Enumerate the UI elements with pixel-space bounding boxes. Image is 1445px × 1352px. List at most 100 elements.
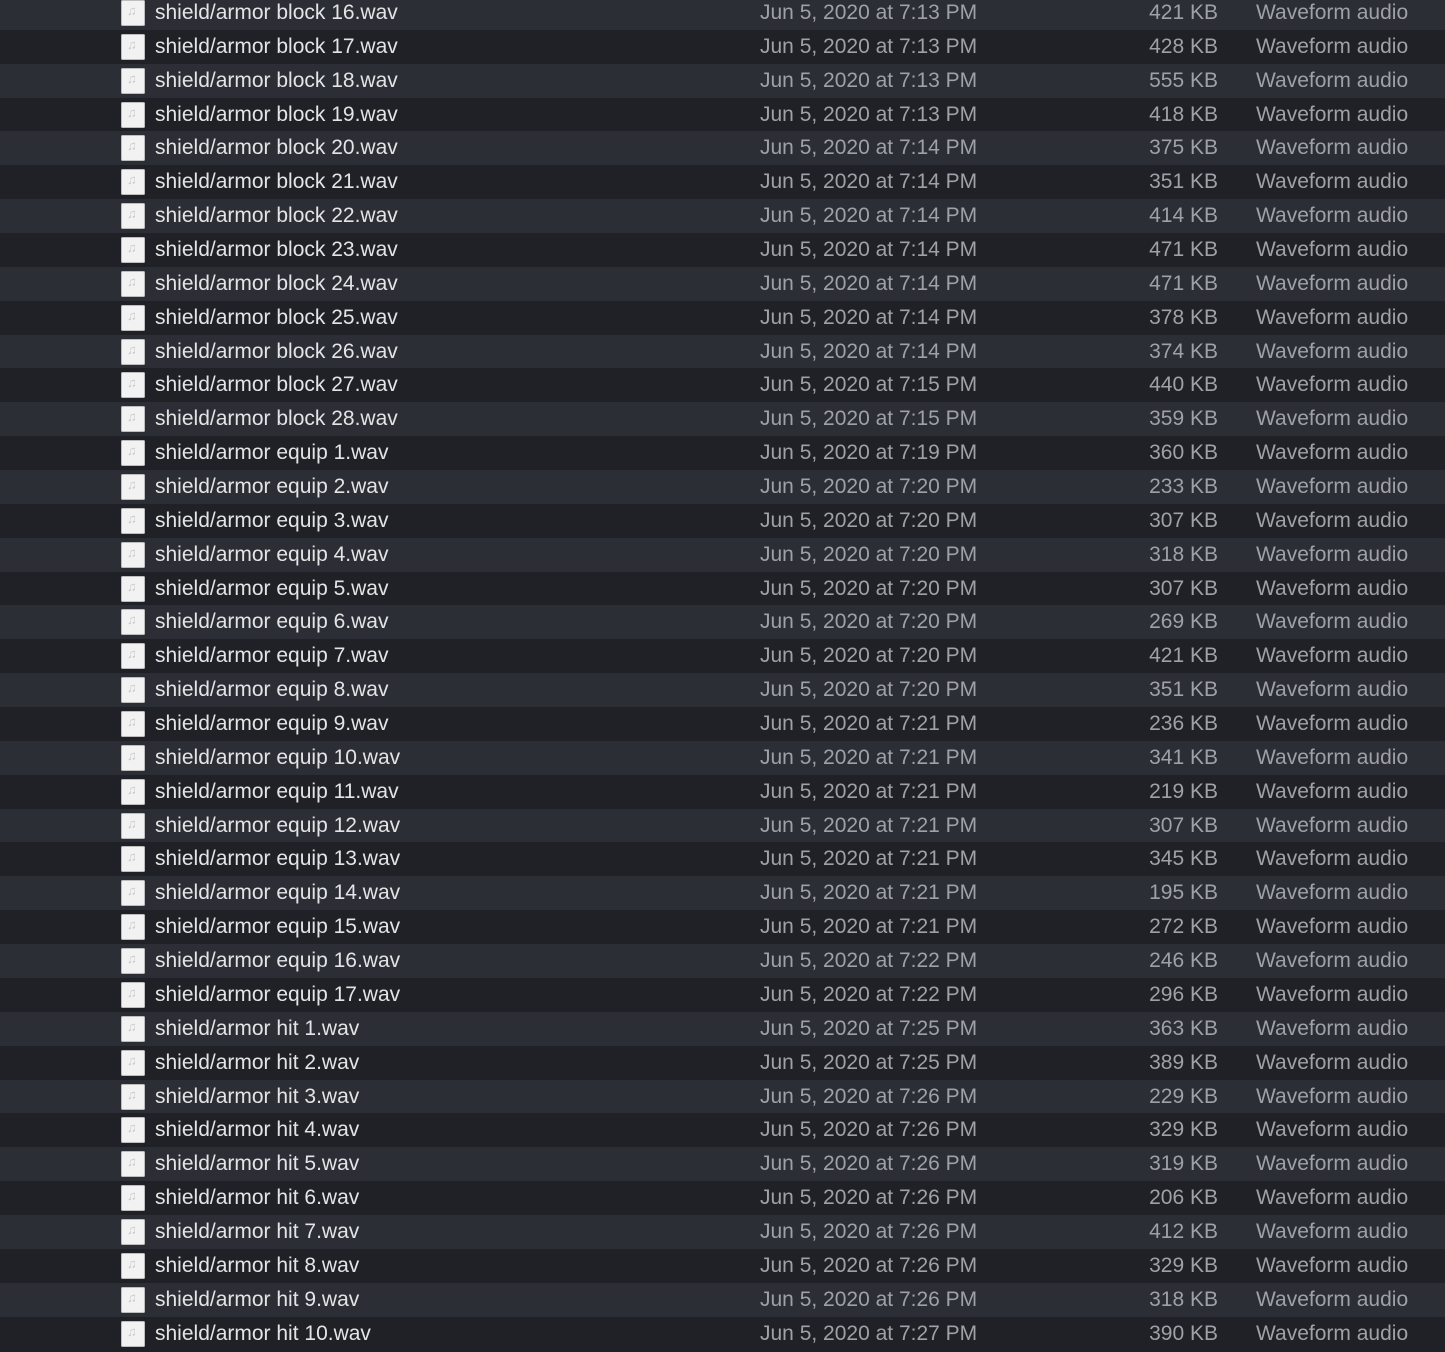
file-row[interactable]: ♫ shield/armor equip 2.wav Jun 5, 2020 at … [0, 470, 1445, 504]
file-row[interactable]: ♫ shield/armor block 24.wav Jun 5, 2020 at… [0, 266, 1445, 301]
file-kind: Waveform audio [1256, 949, 1409, 973]
file-row[interactable]: ♫ shield/armor equip 15.wav Jun 5, 2020 at… [0, 910, 1445, 945]
file-size: 359 KB [1149, 407, 1218, 431]
file-size: 236 KB [1149, 712, 1218, 736]
date-modified: Jun 5, 2020 at 7:21 PM [760, 745, 978, 769]
file-size: 351 KB [1149, 678, 1218, 702]
file-row[interactable]: ♫ shield/armor block 22.wav Jun 5, 2020 at… [0, 199, 1445, 234]
file-row[interactable]: ♫ shield/armor hit 1.wav Jun 5, 2020 at 7:… [0, 1011, 1445, 1046]
file-name: shield/armor block 28.wav [155, 407, 398, 431]
file-row[interactable]: ♫ shield/armor equip 1.wav Jun 5, 2020 at … [0, 436, 1445, 471]
file-name: shield/armor hit 1.wav [155, 1016, 360, 1040]
file-row[interactable]: ♫ shield/armor hit 5.wav Jun 5, 2020 at 7:… [0, 1147, 1445, 1182]
date-modified: Jun 5, 2020 at 7:14 PM [760, 238, 978, 262]
file-size: 246 KB [1149, 949, 1218, 973]
file-row[interactable]: ♫ shield/armor equip 12.wav Jun 5, 2020 at… [0, 808, 1445, 843]
file-size: 269 KB [1149, 610, 1218, 634]
file-row[interactable]: ♫ shield/armor hit 2.wav Jun 5, 2020 at 7:… [0, 1045, 1445, 1080]
file-row[interactable]: ♫ shield/armor block 16.wav Jun 5, 2020 at… [0, 0, 1445, 30]
date-modified: Jun 5, 2020 at 7:20 PM [760, 576, 978, 600]
file-row[interactable]: ♫ shield/armor block 18.wav Jun 5, 2020 at… [0, 63, 1445, 98]
file-row[interactable]: ♫ shield/armor equip 3.wav Jun 5, 2020 at … [0, 503, 1445, 538]
file-row[interactable]: ♫ shield/armor hit 8.wav Jun 5, 2020 at 7:… [0, 1248, 1445, 1283]
date-modified: Jun 5, 2020 at 7:21 PM [760, 779, 978, 803]
file-name: shield/armor equip 17.wav [155, 982, 401, 1006]
file-kind: Waveform audio [1256, 136, 1409, 160]
file-kind: Waveform audio [1256, 475, 1409, 499]
file-row[interactable]: ♫ shield/armor block 21.wav Jun 5, 2020 at… [0, 165, 1445, 200]
audio-file-icon: ♫ [121, 67, 145, 94]
file-kind: Waveform audio [1256, 1118, 1409, 1142]
audio-file-icon: ♫ [121, 1151, 145, 1178]
file-name: shield/armor block 24.wav [155, 271, 398, 295]
audio-file-icon: ♫ [121, 474, 145, 501]
file-kind: Waveform audio [1256, 1050, 1409, 1074]
date-modified: Jun 5, 2020 at 7:26 PM [760, 1219, 978, 1243]
file-name: shield/armor block 16.wav [155, 1, 398, 24]
file-row[interactable]: ♫ shield/armor block 26.wav Jun 5, 2020 at… [0, 334, 1445, 369]
file-size: 363 KB [1149, 1016, 1218, 1040]
file-name: shield/armor equip 2.wav [155, 475, 389, 499]
audio-file-icon: ♫ [121, 1117, 145, 1144]
file-size: 341 KB [1149, 745, 1218, 769]
date-modified: Jun 5, 2020 at 7:22 PM [760, 982, 978, 1006]
file-row[interactable]: ♫ shield/armor block 23.wav Jun 5, 2020 at… [0, 233, 1445, 267]
file-name: shield/armor block 25.wav [155, 305, 398, 329]
file-name: shield/armor equip 15.wav [155, 915, 401, 939]
file-row[interactable]: ♫ shield/armor block 28.wav Jun 5, 2020 at… [0, 402, 1445, 437]
file-name: shield/armor block 27.wav [155, 373, 398, 397]
file-kind: Waveform audio [1256, 34, 1409, 58]
file-row[interactable]: ♫ shield/armor hit 4.wav Jun 5, 2020 at 7:… [0, 1113, 1445, 1148]
file-row[interactable]: ♫ shield/armor equip 6.wav Jun 5, 2020 at … [0, 605, 1445, 640]
file-row[interactable]: ♫ shield/armor equip 16.wav Jun 5, 2020 at… [0, 944, 1445, 978]
file-row[interactable]: ♫ shield/armor equip 10.wav Jun 5, 2020 at… [0, 740, 1445, 775]
file-name: shield/armor block 17.wav [155, 34, 398, 58]
date-modified: Jun 5, 2020 at 7:22 PM [760, 949, 978, 973]
file-kind: Waveform audio [1256, 373, 1409, 397]
file-size: 414 KB [1149, 204, 1218, 228]
file-kind: Waveform audio [1256, 982, 1409, 1006]
file-row[interactable]: ♫ shield/armor equip 13.wav Jun 5, 2020 at… [0, 842, 1445, 877]
audio-file-icon: ♫ [121, 575, 145, 602]
audio-file-icon: ♫ [121, 609, 145, 636]
file-kind: Waveform audio [1256, 644, 1409, 668]
file-row[interactable]: ♫ shield/armor equip 17.wav Jun 5, 2020 at… [0, 977, 1445, 1012]
file-name: shield/armor equip 14.wav [155, 881, 401, 905]
file-name: shield/armor equip 6.wav [155, 610, 389, 634]
audio-file-icon: ♫ [121, 270, 145, 297]
file-row[interactable]: ♫ shield/armor block 17.wav Jun 5, 2020 at… [0, 29, 1445, 64]
file-row[interactable]: ♫ shield/armor block 20.wav Jun 5, 2020 at… [0, 131, 1445, 166]
file-row[interactable]: ♫ shield/armor block 25.wav Jun 5, 2020 at… [0, 300, 1445, 335]
audio-file-icon: ♫ [121, 846, 145, 873]
file-row[interactable]: ♫ shield/armor hit 6.wav Jun 5, 2020 at 7:… [0, 1181, 1445, 1215]
file-row[interactable]: ♫ shield/armor equip 5.wav Jun 5, 2020 at … [0, 571, 1445, 606]
file-row[interactable]: ♫ shield/armor hit 7.wav Jun 5, 2020 at 7:… [0, 1214, 1445, 1249]
file-row[interactable]: ♫ shield/armor hit 3.wav Jun 5, 2020 at 7:… [0, 1079, 1445, 1114]
file-row[interactable]: ♫ shield/armor equip 11.wav Jun 5, 2020 at… [0, 774, 1445, 809]
file-kind: Waveform audio [1256, 271, 1409, 295]
audio-file-icon: ♫ [121, 406, 145, 433]
file-name: shield/armor equip 5.wav [155, 576, 389, 600]
file-row[interactable]: ♫ shield/armor block 19.wav Jun 5, 2020 at… [0, 97, 1445, 132]
file-row[interactable]: ♫ shield/armor hit 10.wav Jun 5, 2020 at 7… [0, 1316, 1445, 1351]
file-kind: Waveform audio [1256, 1219, 1409, 1243]
file-size: 421 KB [1149, 644, 1218, 668]
file-name: shield/armor equip 16.wav [155, 949, 401, 973]
audio-file-icon: ♫ [121, 1286, 145, 1313]
date-modified: Jun 5, 2020 at 7:27 PM [760, 1321, 978, 1345]
file-kind: Waveform audio [1256, 508, 1409, 532]
file-row[interactable]: ♫ shield/armor equip 9.wav Jun 5, 2020 at … [0, 707, 1445, 741]
file-row[interactable]: ♫ shield/armor equip 4.wav Jun 5, 2020 at … [0, 537, 1445, 572]
file-name: shield/armor block 23.wav [155, 238, 398, 262]
file-row[interactable]: ♫ shield/armor equip 7.wav Jun 5, 2020 at … [0, 639, 1445, 674]
file-size: 229 KB [1149, 1084, 1218, 1108]
file-size: 345 KB [1149, 847, 1218, 871]
audio-file-icon: ♫ [121, 677, 145, 704]
file-row[interactable]: ♫ shield/armor hit 9.wav Jun 5, 2020 at 7:… [0, 1282, 1445, 1317]
file-row[interactable]: ♫ shield/armor block 27.wav Jun 5, 2020 at… [0, 368, 1445, 403]
file-row[interactable]: ♫ shield/armor equip 8.wav Jun 5, 2020 at … [0, 673, 1445, 708]
audio-file-icon: ♫ [121, 507, 145, 534]
file-kind: Waveform audio [1256, 610, 1409, 634]
file-row[interactable]: ♫ shield/armor equip 14.wav Jun 5, 2020 at… [0, 876, 1445, 911]
date-modified: Jun 5, 2020 at 7:20 PM [760, 610, 978, 634]
